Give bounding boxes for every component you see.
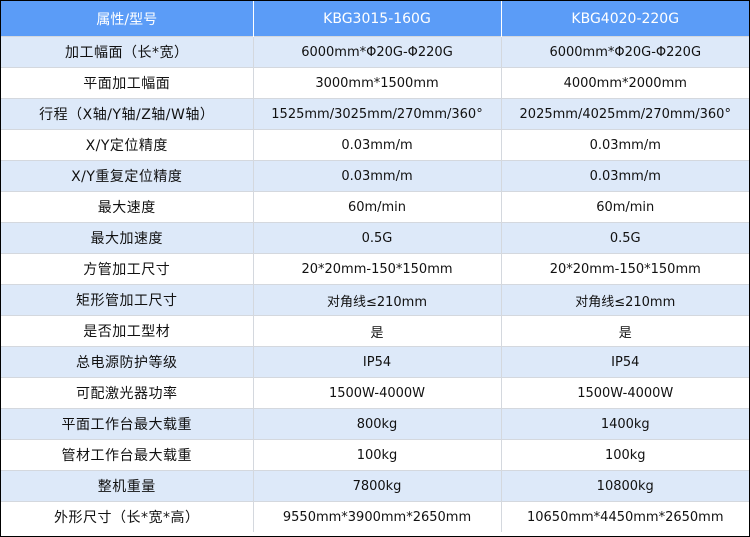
attribute-label: 方管加工尺寸 — [1, 253, 254, 285]
table-row: 外形尺寸（长*宽*高） 9550mm*3900mm*2650mm 10650mm… — [1, 501, 749, 532]
value-kbg3015: 800kg — [253, 408, 502, 440]
value-kbg3015: 0.03mm/m — [253, 129, 502, 161]
value-kbg4020: 4000mm*2000mm — [501, 67, 749, 99]
value-kbg3015: 1500W-4000W — [253, 377, 502, 409]
value-kbg4020: 0.03mm/m — [501, 160, 749, 192]
attribute-label: 加工幅面（长*宽） — [1, 36, 254, 68]
value-kbg3015: 60m/min — [253, 191, 502, 223]
value-kbg4020: 10800kg — [501, 470, 749, 502]
spec-table: 属性/型号 KBG3015-160G KBG4020-220G 加工幅面（长*宽… — [1, 1, 749, 532]
value-kbg4020: 0.03mm/m — [501, 129, 749, 161]
spec-table-header: 属性/型号 KBG3015-160G KBG4020-220G — [1, 1, 749, 37]
value-kbg4020: IP54 — [501, 346, 749, 378]
value-kbg4020: 2025mm/4025mm/270mm/360° — [501, 98, 749, 130]
attribute-label: 最大加速度 — [1, 222, 254, 254]
value-kbg3015: 0.03mm/m — [253, 160, 502, 192]
value-kbg4020: 100kg — [501, 439, 749, 471]
value-kbg4020: 对角线≤210mm — [501, 284, 749, 316]
table-row: 行程（X轴/Y轴/Z轴/W轴） 1525mm/3025mm/270mm/360°… — [1, 98, 749, 130]
spec-table-body: 加工幅面（长*宽） 6000mm*Φ20G-Φ220G 6000mm*Φ20G-… — [1, 36, 749, 532]
value-kbg4020: 1400kg — [501, 408, 749, 440]
table-row: X/Y定位精度 0.03mm/m 0.03mm/m — [1, 129, 749, 161]
table-row: 方管加工尺寸 20*20mm-150*150mm 20*20mm-150*150… — [1, 253, 749, 285]
attribute-label: 总电源防护等级 — [1, 346, 254, 378]
attribute-label: 是否加工型材 — [1, 315, 254, 347]
attribute-label: 矩形管加工尺寸 — [1, 284, 254, 316]
value-kbg3015: 1525mm/3025mm/270mm/360° — [253, 98, 502, 130]
table-row: 总电源防护等级 IP54 IP54 — [1, 346, 749, 378]
value-kbg3015: 6000mm*Φ20G-Φ220G — [253, 36, 502, 68]
table-row: 矩形管加工尺寸 对角线≤210mm 对角线≤210mm — [1, 284, 749, 316]
table-row: 是否加工型材 是 是 — [1, 315, 749, 347]
attribute-label: 外形尺寸（长*宽*高） — [1, 501, 254, 532]
header-row: 属性/型号 KBG3015-160G KBG4020-220G — [1, 1, 749, 37]
value-kbg3015: 9550mm*3900mm*2650mm — [253, 501, 502, 532]
value-kbg4020: 0.5G — [501, 222, 749, 254]
table-row: 可配激光器功率 1500W-4000W 1500W-4000W — [1, 377, 749, 409]
table-row: X/Y重复定位精度 0.03mm/m 0.03mm/m — [1, 160, 749, 192]
attribute-label: 平面工作台最大载重 — [1, 408, 254, 440]
header-model-kbg4020: KBG4020-220G — [501, 1, 749, 37]
table-row: 最大速度 60m/min 60m/min — [1, 191, 749, 223]
value-kbg4020: 60m/min — [501, 191, 749, 223]
attribute-label: X/Y定位精度 — [1, 129, 254, 161]
attribute-label: 行程（X轴/Y轴/Z轴/W轴） — [1, 98, 254, 130]
attribute-label: 可配激光器功率 — [1, 377, 254, 409]
value-kbg3015: 20*20mm-150*150mm — [253, 253, 502, 285]
header-model-kbg3015: KBG3015-160G — [253, 1, 502, 37]
value-kbg3015: 100kg — [253, 439, 502, 471]
value-kbg3015: 对角线≤210mm — [253, 284, 502, 316]
value-kbg4020: 1500W-4000W — [501, 377, 749, 409]
table-row: 管材工作台最大载重 100kg 100kg — [1, 439, 749, 471]
attribute-label: 整机重量 — [1, 470, 254, 502]
attribute-label: X/Y重复定位精度 — [1, 160, 254, 192]
value-kbg3015: 0.5G — [253, 222, 502, 254]
attribute-label: 平面加工幅面 — [1, 67, 254, 99]
table-row: 最大加速度 0.5G 0.5G — [1, 222, 749, 254]
value-kbg3015: 3000mm*1500mm — [253, 67, 502, 99]
value-kbg4020: 6000mm*Φ20G-Φ220G — [501, 36, 749, 68]
attribute-label: 最大速度 — [1, 191, 254, 223]
table-row: 平面工作台最大载重 800kg 1400kg — [1, 408, 749, 440]
value-kbg4020: 10650mm*4450mm*2650mm — [501, 501, 749, 532]
table-row: 整机重量 7800kg 10800kg — [1, 470, 749, 502]
attribute-label: 管材工作台最大载重 — [1, 439, 254, 471]
table-row: 平面加工幅面 3000mm*1500mm 4000mm*2000mm — [1, 67, 749, 99]
value-kbg3015: 7800kg — [253, 470, 502, 502]
table-row: 加工幅面（长*宽） 6000mm*Φ20G-Φ220G 6000mm*Φ20G-… — [1, 36, 749, 68]
spec-table-frame: 属性/型号 KBG3015-160G KBG4020-220G 加工幅面（长*宽… — [0, 0, 750, 537]
header-attribute: 属性/型号 — [1, 1, 254, 37]
value-kbg3015: IP54 — [253, 346, 502, 378]
value-kbg4020: 20*20mm-150*150mm — [501, 253, 749, 285]
value-kbg3015: 是 — [253, 315, 502, 347]
value-kbg4020: 是 — [501, 315, 749, 347]
